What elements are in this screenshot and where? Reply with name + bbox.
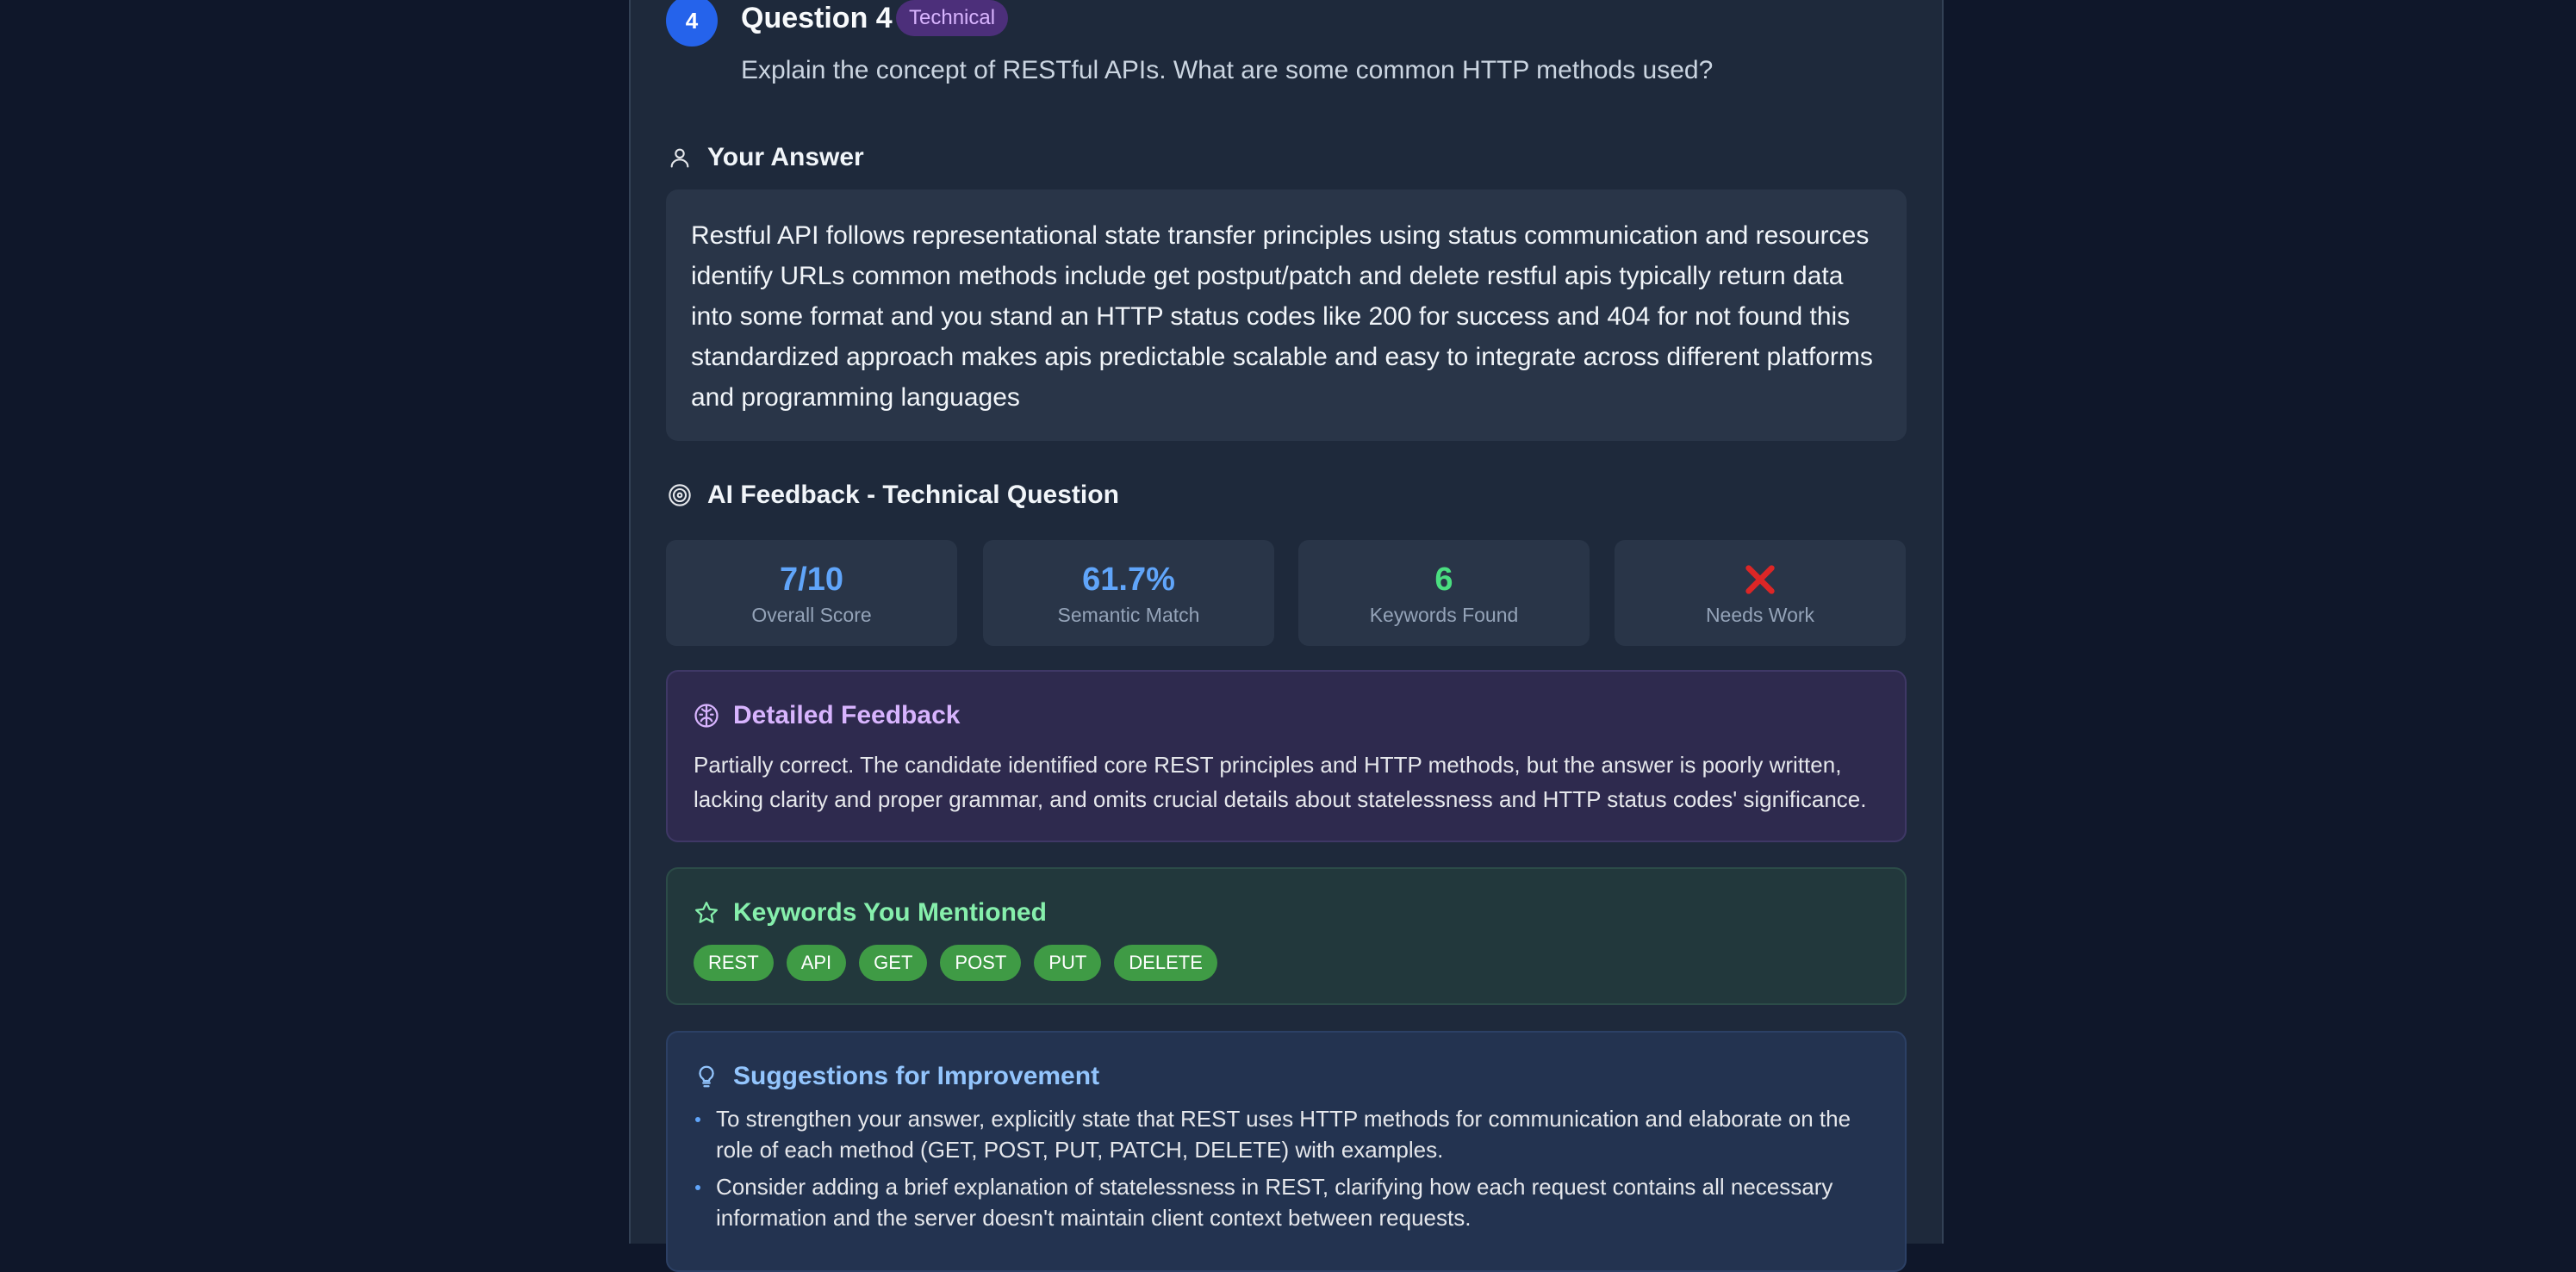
answer-text: Restful API follows representational sta… (666, 189, 1907, 441)
keyword-tag: PUT (1034, 945, 1102, 981)
lightbulb-icon (699, 1065, 714, 1088)
suggestion-item: Consider adding a brief explanation of s… (694, 1171, 1879, 1233)
keywords-card: Keywords You Mentioned REST API GET POST… (666, 867, 1907, 1005)
detailed-feedback-card: Detailed Feedback Partially correct. The… (666, 670, 1907, 842)
keyword-tags: REST API GET POST PUT DELETE (694, 945, 1217, 981)
x-icon (1745, 565, 1775, 594)
semantic-match-stat: 61.7% Semantic Match (983, 540, 1274, 646)
ai-feedback-label: AI Feedback - Technical Question (707, 481, 1119, 509)
keywords-heading: Keywords You Mentioned (694, 898, 1047, 928)
your-answer-label: Your Answer (707, 143, 864, 171)
suggestions-list: To strengthen your answer, explicitly st… (694, 1103, 1879, 1239)
question-title: Question 4 (741, 2, 893, 34)
keywords-found-stat: 6 Keywords Found (1298, 540, 1590, 646)
detailed-feedback-text: Partially correct. The candidate identif… (694, 752, 1867, 812)
overall-score-label: Overall Score (751, 604, 872, 626)
category-badge: Technical (896, 0, 1009, 36)
detailed-feedback-label: Detailed Feedback (733, 701, 961, 729)
keyword-tag: REST (694, 945, 774, 981)
needs-work-stat: Needs Work (1615, 540, 1906, 646)
user-icon (670, 148, 689, 168)
keywords-found-label: Keywords Found (1369, 604, 1519, 626)
needs-work-value (1615, 561, 1906, 599)
semantic-match-label: Semantic Match (1057, 604, 1200, 626)
target-icon (669, 484, 691, 506)
semantic-match-value: 61.7% (1082, 562, 1175, 598)
question-text: Explain the concept of RESTful APIs. Wha… (741, 56, 1714, 84)
suggestions-card: Suggestions for Improvement To strengthe… (666, 1031, 1907, 1272)
overall-score-stat: 7/10 Overall Score (666, 540, 957, 646)
overall-score-value: 7/10 (780, 562, 843, 598)
brain-icon (694, 704, 719, 728)
star-icon (695, 902, 718, 923)
suggestions-heading: Suggestions for Improvement (694, 1062, 1099, 1091)
detailed-feedback-heading: Detailed Feedback (694, 701, 960, 730)
your-answer-heading: Your Answer (668, 143, 864, 172)
keywords-found-value: 6 (1434, 562, 1453, 598)
keyword-tag: DELETE (1114, 945, 1217, 981)
keyword-tag: POST (940, 945, 1022, 981)
keyword-tag: API (786, 945, 847, 981)
keywords-label: Keywords You Mentioned (733, 898, 1047, 927)
needs-work-label: Needs Work (1705, 604, 1815, 626)
suggestion-item: To strengthen your answer, explicitly st… (694, 1103, 1879, 1165)
ai-feedback-heading: AI Feedback - Technical Question (668, 481, 1119, 510)
keyword-tag: GET (859, 945, 928, 981)
suggestions-label: Suggestions for Improvement (733, 1062, 1100, 1090)
